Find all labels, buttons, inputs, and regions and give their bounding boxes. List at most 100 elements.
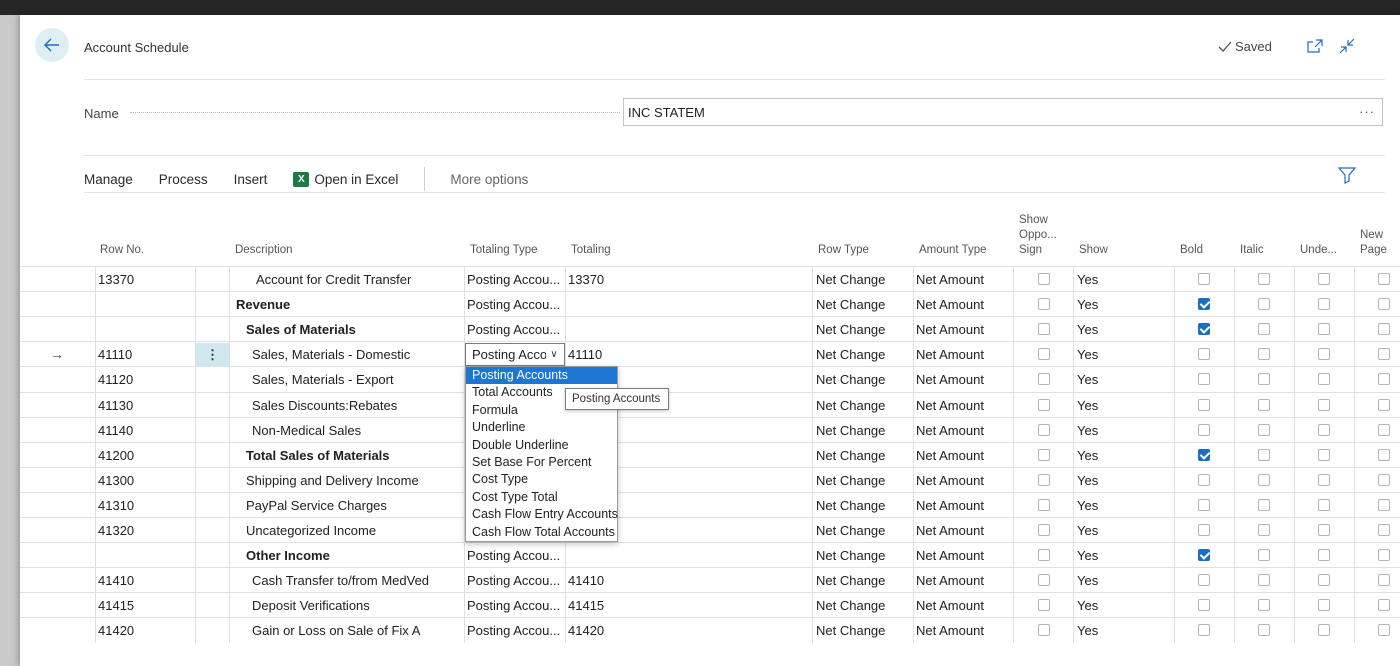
row-no-cell[interactable]: 41200 — [98, 443, 134, 468]
show-cell[interactable]: Yes — [1077, 292, 1098, 317]
show-cell[interactable]: Yes — [1077, 618, 1098, 643]
new-page-checkbox[interactable] — [1378, 624, 1390, 637]
table-row[interactable]: Sales of Materials Posting Accou... Net Ch… — [20, 316, 1400, 343]
row-no-cell[interactable]: 41410 — [98, 568, 134, 593]
new-page-checkbox[interactable] — [1378, 323, 1390, 336]
italic-checkbox[interactable] — [1258, 624, 1270, 637]
col-header-bold[interactable]: Bold — [1180, 243, 1203, 258]
underline-checkbox[interactable] — [1318, 498, 1330, 511]
name-input[interactable]: INC STATEM ··· — [623, 98, 1383, 126]
underline-checkbox[interactable] — [1318, 323, 1330, 336]
description-cell[interactable]: Sales of Materials — [246, 317, 456, 342]
row-type-cell[interactable]: Net Change — [816, 393, 885, 418]
show-opposite-sign-checkbox[interactable] — [1038, 624, 1050, 637]
underline-checkbox[interactable] — [1318, 549, 1330, 562]
description-cell[interactable]: Cash Transfer to/from MedVed — [252, 568, 456, 593]
row-no-cell[interactable]: 41415 — [98, 593, 134, 618]
dropdown-option[interactable]: Double Underline — [466, 437, 617, 454]
table-row[interactable]: Other Income Posting Accou... Net Change Ne… — [20, 542, 1400, 569]
bold-checkbox[interactable] — [1198, 448, 1210, 461]
table-row[interactable]: 13370 Account for Credit Transfer Posting … — [20, 266, 1400, 292]
italic-checkbox[interactable] — [1258, 549, 1270, 562]
underline-checkbox[interactable] — [1318, 398, 1330, 411]
italic-checkbox[interactable] — [1258, 298, 1270, 311]
table-row[interactable]: 41300 Shipping and Delivery Income Net Cha… — [20, 466, 1400, 493]
row-type-cell[interactable]: Net Change — [816, 543, 885, 568]
show-opposite-sign-checkbox[interactable] — [1038, 273, 1050, 285]
show-cell[interactable]: Yes — [1077, 568, 1098, 593]
description-cell[interactable]: Account for Credit Transfer — [256, 267, 456, 292]
row-no-cell[interactable]: 41120 — [98, 367, 133, 392]
col-header-italic[interactable]: Italic — [1240, 243, 1264, 258]
totaling-cell[interactable]: 41420 — [568, 618, 604, 643]
show-opposite-sign-checkbox[interactable] — [1038, 473, 1050, 486]
bold-checkbox[interactable] — [1198, 549, 1210, 562]
show-opposite-sign-checkbox[interactable] — [1038, 524, 1050, 536]
bold-checkbox[interactable] — [1198, 524, 1210, 536]
totaling-cell[interactable]: 41110 — [568, 342, 602, 367]
totaling-type-cell[interactable]: Posting Accou... — [467, 618, 564, 643]
row-type-cell[interactable]: Net Change — [816, 292, 885, 317]
more-options-button[interactable]: More options — [450, 172, 528, 187]
new-page-checkbox[interactable] — [1378, 524, 1390, 536]
italic-checkbox[interactable] — [1258, 524, 1270, 536]
show-opposite-sign-checkbox[interactable] — [1038, 373, 1050, 386]
show-opposite-sign-checkbox[interactable] — [1038, 298, 1050, 311]
underline-checkbox[interactable] — [1318, 423, 1330, 436]
col-header-totaling-type[interactable]: Totaling Type — [470, 243, 538, 258]
col-header-new-page[interactable]: New Page — [1360, 228, 1387, 258]
totaling-type-cell[interactable]: Posting Accou... — [467, 317, 564, 342]
amount-type-cell[interactable]: Net Amount — [916, 317, 984, 342]
underline-checkbox[interactable] — [1318, 348, 1330, 361]
amount-type-cell[interactable]: Net Amount — [916, 367, 984, 392]
process-menu[interactable]: Process — [159, 172, 208, 187]
new-page-checkbox[interactable] — [1378, 599, 1390, 612]
dropdown-option[interactable]: Cash Flow Total Accounts — [466, 524, 617, 541]
row-no-cell[interactable]: 41300 — [98, 468, 134, 493]
amount-type-cell[interactable]: Net Amount — [916, 418, 984, 443]
bold-checkbox[interactable] — [1198, 423, 1210, 436]
totaling-type-cell[interactable]: Posting Accou... — [467, 593, 564, 618]
show-cell[interactable]: Yes — [1077, 342, 1098, 367]
new-page-checkbox[interactable] — [1378, 373, 1390, 386]
show-opposite-sign-checkbox[interactable] — [1038, 599, 1050, 612]
collapse-icon[interactable] — [1338, 37, 1356, 55]
row-type-cell[interactable]: Net Change — [816, 317, 885, 342]
dropdown-option[interactable]: Cash Flow Entry Accounts — [466, 506, 618, 523]
show-cell[interactable]: Yes — [1077, 518, 1098, 543]
row-actions-button[interactable]: ⋮ — [196, 343, 229, 367]
description-cell[interactable]: Gain or Loss on Sale of Fix A — [252, 618, 456, 643]
new-page-checkbox[interactable] — [1378, 473, 1390, 486]
description-cell[interactable]: Other Income — [246, 543, 456, 568]
col-header-totaling[interactable]: Totaling — [571, 243, 611, 258]
manage-menu[interactable]: Manage — [84, 172, 133, 187]
show-opposite-sign-checkbox[interactable] — [1038, 549, 1050, 562]
underline-checkbox[interactable] — [1318, 373, 1330, 386]
bold-checkbox[interactable] — [1198, 298, 1210, 311]
totaling-cell[interactable]: 41415 — [568, 593, 604, 618]
description-cell[interactable]: Total Sales of Materials — [246, 443, 456, 468]
show-cell[interactable]: Yes — [1077, 418, 1098, 443]
bold-checkbox[interactable] — [1198, 323, 1210, 336]
totaling-type-cell[interactable]: Posting Accou... — [467, 568, 564, 593]
table-row[interactable]: 41120 Sales, Materials - Export Net Change… — [20, 366, 1400, 393]
row-no-cell[interactable]: 13370 — [98, 267, 134, 292]
italic-checkbox[interactable] — [1258, 323, 1270, 336]
bold-checkbox[interactable] — [1198, 273, 1210, 285]
row-type-cell[interactable]: Net Change — [816, 367, 885, 392]
underline-checkbox[interactable] — [1318, 574, 1330, 587]
dropdown-option[interactable]: Set Base For Percent — [466, 454, 617, 471]
table-row[interactable]: 41420 Gain or Loss on Sale of Fix A Postin… — [20, 617, 1400, 644]
underline-checkbox[interactable] — [1318, 624, 1330, 637]
row-type-cell[interactable]: Net Change — [816, 618, 885, 643]
amount-type-cell[interactable]: Net Amount — [916, 618, 984, 643]
italic-checkbox[interactable] — [1258, 348, 1270, 361]
col-header-show-opposite-sign[interactable]: Show Oppo... Sign — [1019, 213, 1057, 258]
new-page-checkbox[interactable] — [1378, 273, 1390, 285]
col-header-underline[interactable]: Unde... — [1300, 243, 1337, 258]
row-no-cell[interactable]: 41140 — [98, 418, 133, 443]
bold-checkbox[interactable] — [1198, 473, 1210, 486]
bold-checkbox[interactable] — [1198, 599, 1210, 612]
amount-type-cell[interactable]: Net Amount — [916, 468, 984, 493]
show-cell[interactable]: Yes — [1077, 543, 1098, 568]
